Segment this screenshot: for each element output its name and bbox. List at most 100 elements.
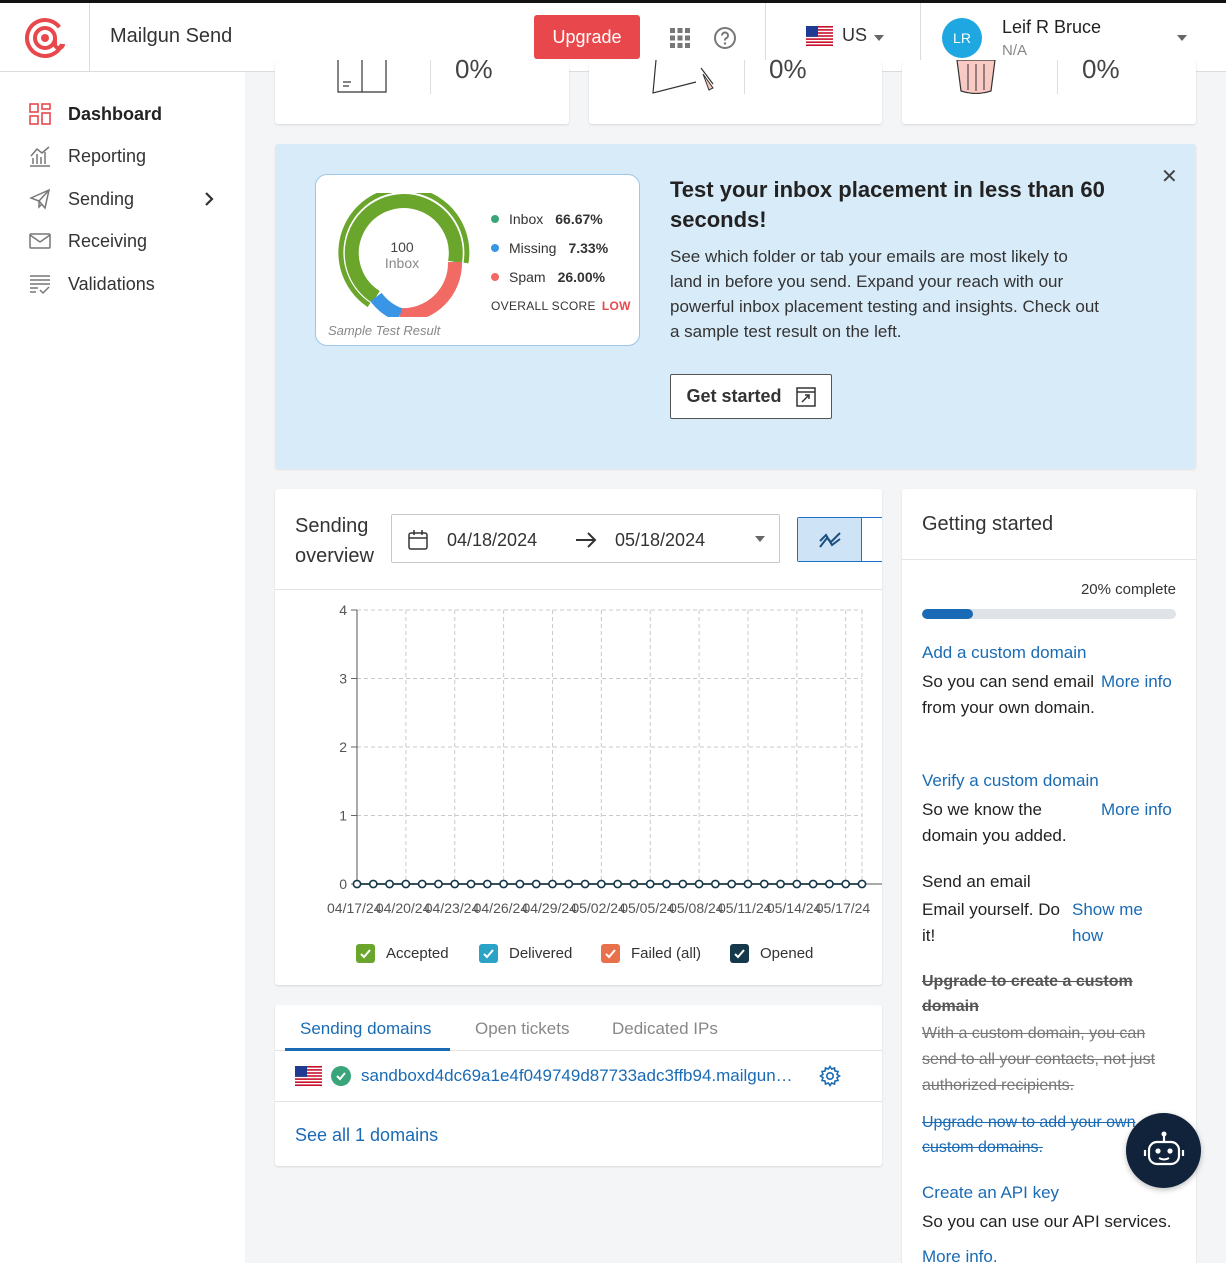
x-tick-label: 04/29/24 (522, 900, 577, 916)
data-point (776, 879, 785, 889)
banner-title: Test your inbox placement in less than 6… (670, 177, 1105, 232)
data-point (808, 879, 818, 889)
chatbot-button[interactable] (1126, 1113, 1201, 1188)
domain-link[interactable]: sandboxd4dc69a1e4f049749d87733adc3ffb94.… (361, 1066, 793, 1086)
data-point (352, 879, 362, 889)
sidebar-item-dashboard[interactable]: Dashboard (28, 102, 162, 126)
date-range-picker[interactable]: 04/18/2024 05/18/2024 (391, 514, 780, 563)
chevron-down-icon (755, 536, 765, 542)
progress-bar (922, 609, 1176, 619)
verified-check-icon (331, 1066, 351, 1086)
legend-failed[interactable]: Failed (all) (601, 944, 701, 963)
legend-label: Opened (760, 945, 814, 962)
legend-label: Accepted (386, 945, 449, 962)
tab-sending-domains[interactable]: Sending domains (300, 1019, 431, 1039)
data-point (580, 879, 590, 889)
sidebar-item-label: Dashboard (68, 103, 163, 124)
chevron-right-icon[interactable] (200, 190, 218, 208)
legend-label: Failed (all) (631, 945, 702, 962)
user-name[interactable]: Leif R Bruce (1002, 17, 1101, 38)
progress-bar-fill (922, 609, 973, 619)
x-tick-label: 05/11/24 (718, 900, 772, 916)
add-custom-domain-link[interactable]: Add a custom domain (922, 643, 1086, 663)
y-tick-label: 4 (339, 602, 347, 618)
mailgun-logo[interactable] (0, 3, 90, 72)
legend-label: Inbox (509, 211, 544, 227)
date-to[interactable]: 05/18/2024 (615, 530, 705, 551)
user-menu-chevron-icon[interactable] (1177, 35, 1187, 41)
sidebar-item-receiving[interactable]: Receiving (28, 229, 147, 253)
user-subtitle: N/A (1002, 42, 1028, 59)
inbox-score: 100 (390, 239, 414, 255)
active-tab-indicator (285, 1048, 450, 1051)
help-icon[interactable] (713, 26, 737, 50)
getting-started-title: Getting started (922, 513, 1054, 535)
legend-label: Delivered (509, 945, 573, 962)
spam-dot-icon (491, 273, 499, 281)
apps-grid-icon[interactable] (668, 26, 692, 50)
checkbox-checked-icon (730, 944, 749, 963)
get-started-button[interactable]: Get started (670, 374, 832, 419)
data-point (564, 879, 574, 889)
legend-spam: Spam 26.00% (491, 269, 605, 285)
tab-open-tickets[interactable]: Open tickets (475, 1019, 570, 1039)
x-tick-label: 04/17/24 (327, 900, 382, 916)
tab-dedicated-ips[interactable]: Dedicated IPs (612, 1019, 718, 1039)
overview-title: Sending overview (295, 515, 374, 567)
sidebar-item-reporting[interactable]: Reporting (28, 144, 146, 168)
checkbox-checked-icon (601, 944, 620, 963)
legend-missing: Missing 7.33% (491, 240, 608, 256)
see-all-domains-link[interactable]: See all 1 domains (295, 1125, 438, 1146)
sending-overview-card: Sending overview 04/18/2024 05/18/2024 0… (275, 489, 882, 985)
stat-value: 0% (769, 54, 807, 84)
data-point (531, 879, 541, 889)
y-tick-label: 2 (339, 739, 347, 755)
sample-test-result: 100 Inbox Inbox 66.67% Missing 7.33% Spa… (315, 174, 640, 346)
upgrade-button[interactable]: Upgrade (534, 15, 640, 59)
upgrade-title: Upgrade to create a custom domain (922, 973, 1133, 1015)
legend-opened[interactable]: Opened (730, 944, 813, 963)
data-point (613, 879, 623, 889)
dashboard-icon (29, 103, 51, 125)
legend-delivered[interactable]: Delivered (479, 944, 572, 963)
inbox-dot-icon (491, 215, 499, 223)
send-email-title: Send an email (922, 872, 1031, 891)
legend-inbox: Inbox 66.67% (491, 211, 603, 227)
sidebar-item-label: Validations (68, 273, 155, 294)
legend-accepted[interactable]: Accepted (356, 944, 449, 963)
add-custom-domain-more-info[interactable]: More info (1101, 669, 1172, 695)
sidebar-item-sending[interactable]: Sending (28, 187, 228, 211)
sidebar-item-validations[interactable]: Validations (28, 272, 155, 296)
data-point (727, 879, 737, 889)
data-point (645, 879, 655, 889)
us-flag-icon (806, 26, 833, 46)
envelope-icon (29, 233, 51, 249)
create-api-key-text: So you can use our API services. (922, 1212, 1172, 1231)
arrow-right-icon (576, 532, 597, 548)
stat-value: 0% (1082, 54, 1120, 84)
line-chart-toggle[interactable] (798, 518, 862, 561)
data-point (841, 879, 851, 889)
verify-custom-domain-more-info[interactable]: More info (1101, 797, 1172, 823)
sidebar: Dashboard Reporting Sending Receiving Va… (0, 72, 245, 1263)
close-icon[interactable]: ✕ (1161, 164, 1178, 189)
x-tick-label: 05/14/24 (767, 900, 822, 916)
data-point (401, 879, 411, 889)
chevron-down-icon (874, 35, 884, 41)
date-from[interactable]: 04/18/2024 (447, 530, 537, 551)
verify-custom-domain-link[interactable]: Verify a custom domain (922, 771, 1099, 791)
data-point (417, 879, 427, 889)
gear-icon[interactable] (819, 1065, 841, 1087)
avatar[interactable]: LR (942, 18, 982, 58)
data-point (482, 879, 492, 889)
create-api-key-link[interactable]: Create an API key (922, 1183, 1059, 1203)
create-api-key-more-info[interactable]: More info. (922, 1244, 998, 1263)
stat-value: 0% (455, 54, 493, 84)
legend-label: Missing (509, 240, 557, 256)
mailgun-logo-icon (24, 17, 65, 58)
legend-label: Spam (509, 269, 546, 285)
show-me-how-link[interactable]: Show me how (1072, 897, 1172, 949)
inbox-placement-banner: 100 Inbox Inbox 66.67% Missing 7.33% Spa… (275, 144, 1196, 469)
data-point (710, 879, 720, 889)
chart-type-toggle[interactable] (797, 517, 882, 562)
